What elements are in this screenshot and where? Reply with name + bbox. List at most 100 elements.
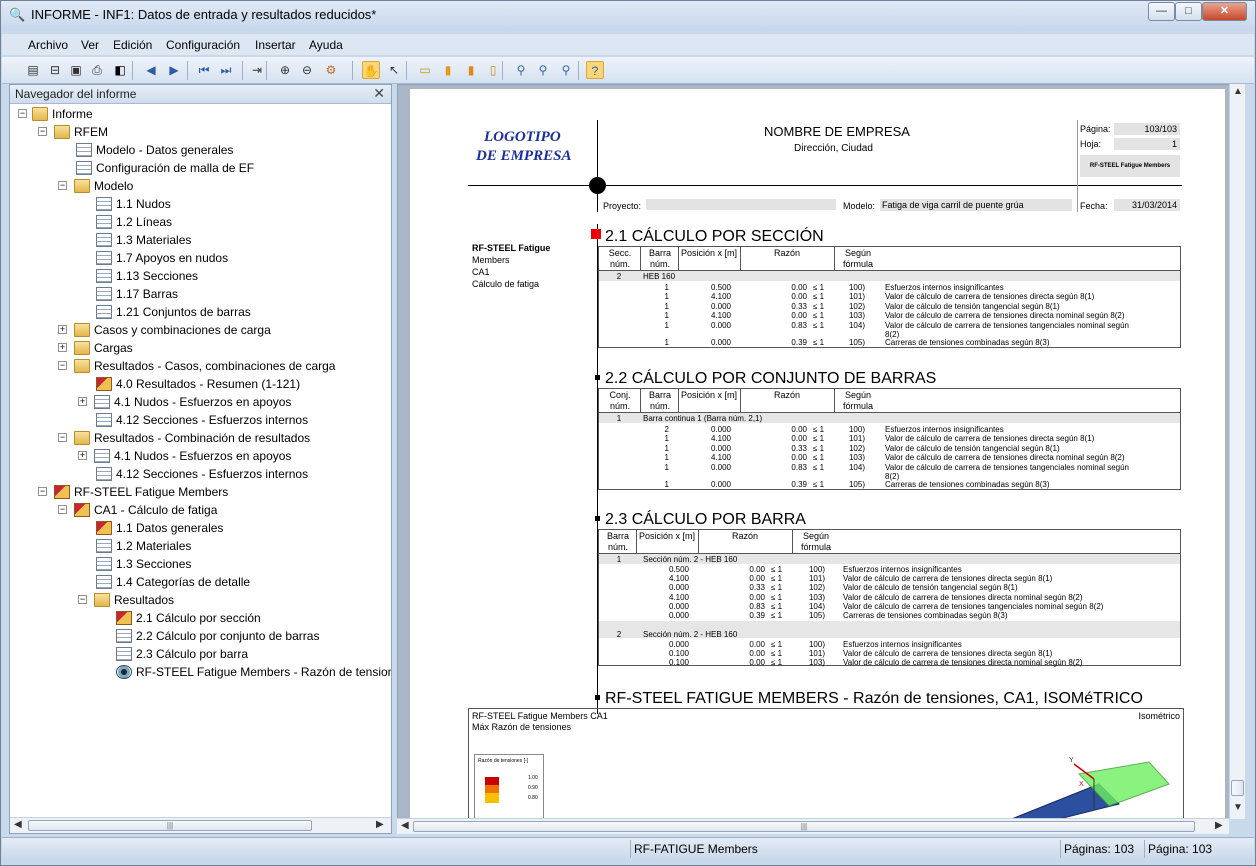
scroll-down-icon[interactable]: ▼ — [1233, 802, 1243, 813]
table-header-cell: Secc. núm. — [608, 248, 632, 269]
collapse-icon[interactable]: − — [38, 487, 47, 496]
report-page: LOGOTIPO DE EMPRESA NOMBRE DE EMPRESA Di… — [410, 89, 1225, 818]
open-icon[interactable]: ⊟ — [46, 61, 64, 79]
window-title: INFORME - INF1: Datos de entrada y resul… — [31, 7, 377, 22]
table-cell: 102) — [848, 301, 865, 311]
link2-icon[interactable]: ⚲ — [534, 61, 552, 79]
collapse-icon[interactable]: − — [78, 595, 87, 604]
proyecto-value — [646, 199, 836, 210]
zoom-out-icon[interactable]: ⊖ — [298, 61, 316, 79]
legend-title: Razón de tensiones [-] — [478, 758, 529, 764]
table-cell: ≤ 1 — [771, 601, 783, 611]
table-cell: 105) — [848, 480, 865, 489]
collapse-icon[interactable]: − — [18, 109, 27, 118]
table-cell: 0.33 — [791, 301, 807, 311]
table-cell: 1 — [664, 480, 669, 489]
table-cell: 0.00 — [749, 592, 765, 602]
tree-item-label: Resultados - Casos, combinaciones de car… — [94, 359, 336, 373]
settings-icon[interactable]: ⚙ — [322, 61, 340, 79]
close-button[interactable]: ✕ — [1202, 2, 1247, 21]
table-icon — [96, 557, 112, 571]
table-cell: 103) — [808, 658, 825, 668]
scroll-right-icon[interactable]: ▶ — [376, 819, 384, 830]
help-icon[interactable]: ? — [586, 61, 604, 79]
table-cell: 0.83 — [791, 320, 807, 330]
table-header-cell: Razón — [773, 390, 800, 400]
page-yellow-icon[interactable]: ▮ — [439, 61, 457, 79]
table-cell: 0.00 — [791, 453, 807, 463]
print-preview-icon[interactable]: ◧ — [111, 61, 129, 79]
first-icon[interactable]: ⏮ — [195, 61, 213, 79]
expand-icon[interactable]: + — [78, 397, 87, 406]
tree-item-label: 4.1 Nudos - Esfuerzos en apoyos — [114, 449, 292, 463]
zoom-in-icon[interactable]: ⊕ — [276, 61, 294, 79]
legend-swatch-2 — [485, 785, 499, 793]
select-icon[interactable]: ✋ — [362, 61, 380, 79]
minimize-button[interactable]: — — [1148, 2, 1175, 21]
navigator-hscrollbar[interactable]: ◀ ||| ▶ — [10, 817, 391, 833]
page-orange-icon[interactable]: ▮ — [462, 61, 480, 79]
scroll-left-icon[interactable]: ◀ — [14, 819, 22, 830]
table-cell: Valor de cálculo de carrera de tensiones… — [843, 592, 1083, 602]
report-view[interactable]: LOGOTIPO DE EMPRESA NOMBRE DE EMPRESA Di… — [397, 84, 1245, 819]
menu-item-4[interactable]: Insertar — [255, 38, 296, 52]
scroll-thumb[interactable]: ||| — [28, 820, 312, 831]
menu-item-0[interactable]: Archivo — [28, 38, 68, 52]
prev-icon[interactable]: ◀ — [142, 61, 160, 79]
logo-line2: DE EMPRESA — [476, 148, 572, 164]
table-cell: 100) — [808, 640, 825, 649]
company-name: NOMBRE DE EMPRESA — [764, 124, 910, 139]
print-icon[interactable]: ⎙ — [88, 61, 106, 79]
table-icon — [96, 305, 112, 319]
export-icon[interactable]: ⇥ — [248, 61, 266, 79]
new-page-icon[interactable]: ▤ — [24, 61, 42, 79]
table-icon — [116, 629, 132, 643]
expand-icon[interactable]: + — [58, 343, 67, 352]
expand-icon[interactable]: + — [58, 325, 67, 334]
save-icon[interactable]: ▣ — [67, 61, 85, 79]
table-cell: 1 — [664, 453, 669, 463]
expand-icon[interactable]: + — [78, 451, 87, 460]
toolbar-separator — [266, 61, 267, 80]
vscroll-thumb[interactable] — [1231, 780, 1244, 796]
maximize-button[interactable]: □ — [1175, 2, 1202, 21]
side-label-2: Members — [472, 255, 510, 265]
report-hscrollbar[interactable]: ◀ ||| ▶ — [397, 818, 1229, 834]
collapse-icon[interactable]: − — [58, 181, 67, 190]
menu-item-3[interactable]: Configuración — [166, 38, 240, 52]
navigator-close-icon[interactable]: ✕ — [373, 85, 385, 102]
table-cell: 8(2) — [885, 471, 900, 481]
report-vscrollbar[interactable]: ▲ ▼ — [1229, 84, 1245, 819]
scroll-right-icon[interactable]: ▶ — [1215, 820, 1223, 831]
tree-item-label: 1.3 Materiales — [116, 233, 192, 247]
folder-icon — [54, 125, 70, 139]
table-cell: 0.39 — [749, 611, 765, 620]
link-icon[interactable]: ⚲ — [512, 61, 530, 79]
collapse-icon[interactable]: − — [58, 361, 67, 370]
collapse-icon[interactable]: − — [38, 127, 47, 136]
table-cell: 0.00 — [791, 283, 807, 292]
collapse-icon[interactable]: − — [58, 505, 67, 514]
cursor-icon[interactable]: ↖ — [385, 61, 403, 79]
page-blank-icon[interactable]: ▯ — [484, 61, 502, 79]
table-cell: Valor de cálculo de carrera de tensiones… — [843, 658, 1083, 668]
menu-item-2[interactable]: Edición — [113, 38, 152, 52]
module-icon — [96, 521, 112, 535]
menu-item-1[interactable]: Ver — [81, 38, 99, 52]
table-cell: 0.500 — [668, 565, 689, 574]
menu-item-5[interactable]: Ayuda — [309, 38, 343, 52]
scroll-left-icon[interactable]: ◀ — [401, 820, 409, 831]
collapse-icon[interactable]: − — [58, 433, 67, 442]
link3-icon[interactable]: ⚲ — [557, 61, 575, 79]
table-cell: 105) — [848, 338, 865, 347]
fecha-value: 31/03/2014 — [1114, 199, 1180, 211]
scroll-up-icon[interactable]: ▲ — [1233, 86, 1243, 97]
page-icon[interactable]: ▭ — [416, 61, 434, 79]
report-window: 🔍 INFORME - INF1: Datos de entrada y res… — [0, 0, 1256, 866]
table-cell: Valor de cálculo de carrera de tensiones… — [885, 292, 1095, 302]
table-cell: 0.00 — [749, 640, 765, 649]
tree-item-label: 1.13 Secciones — [116, 269, 199, 283]
next-icon[interactable]: ▶ — [165, 61, 183, 79]
last-icon[interactable]: ⏭ — [217, 61, 235, 79]
hscroll-thumb[interactable]: ||| — [413, 821, 1195, 832]
